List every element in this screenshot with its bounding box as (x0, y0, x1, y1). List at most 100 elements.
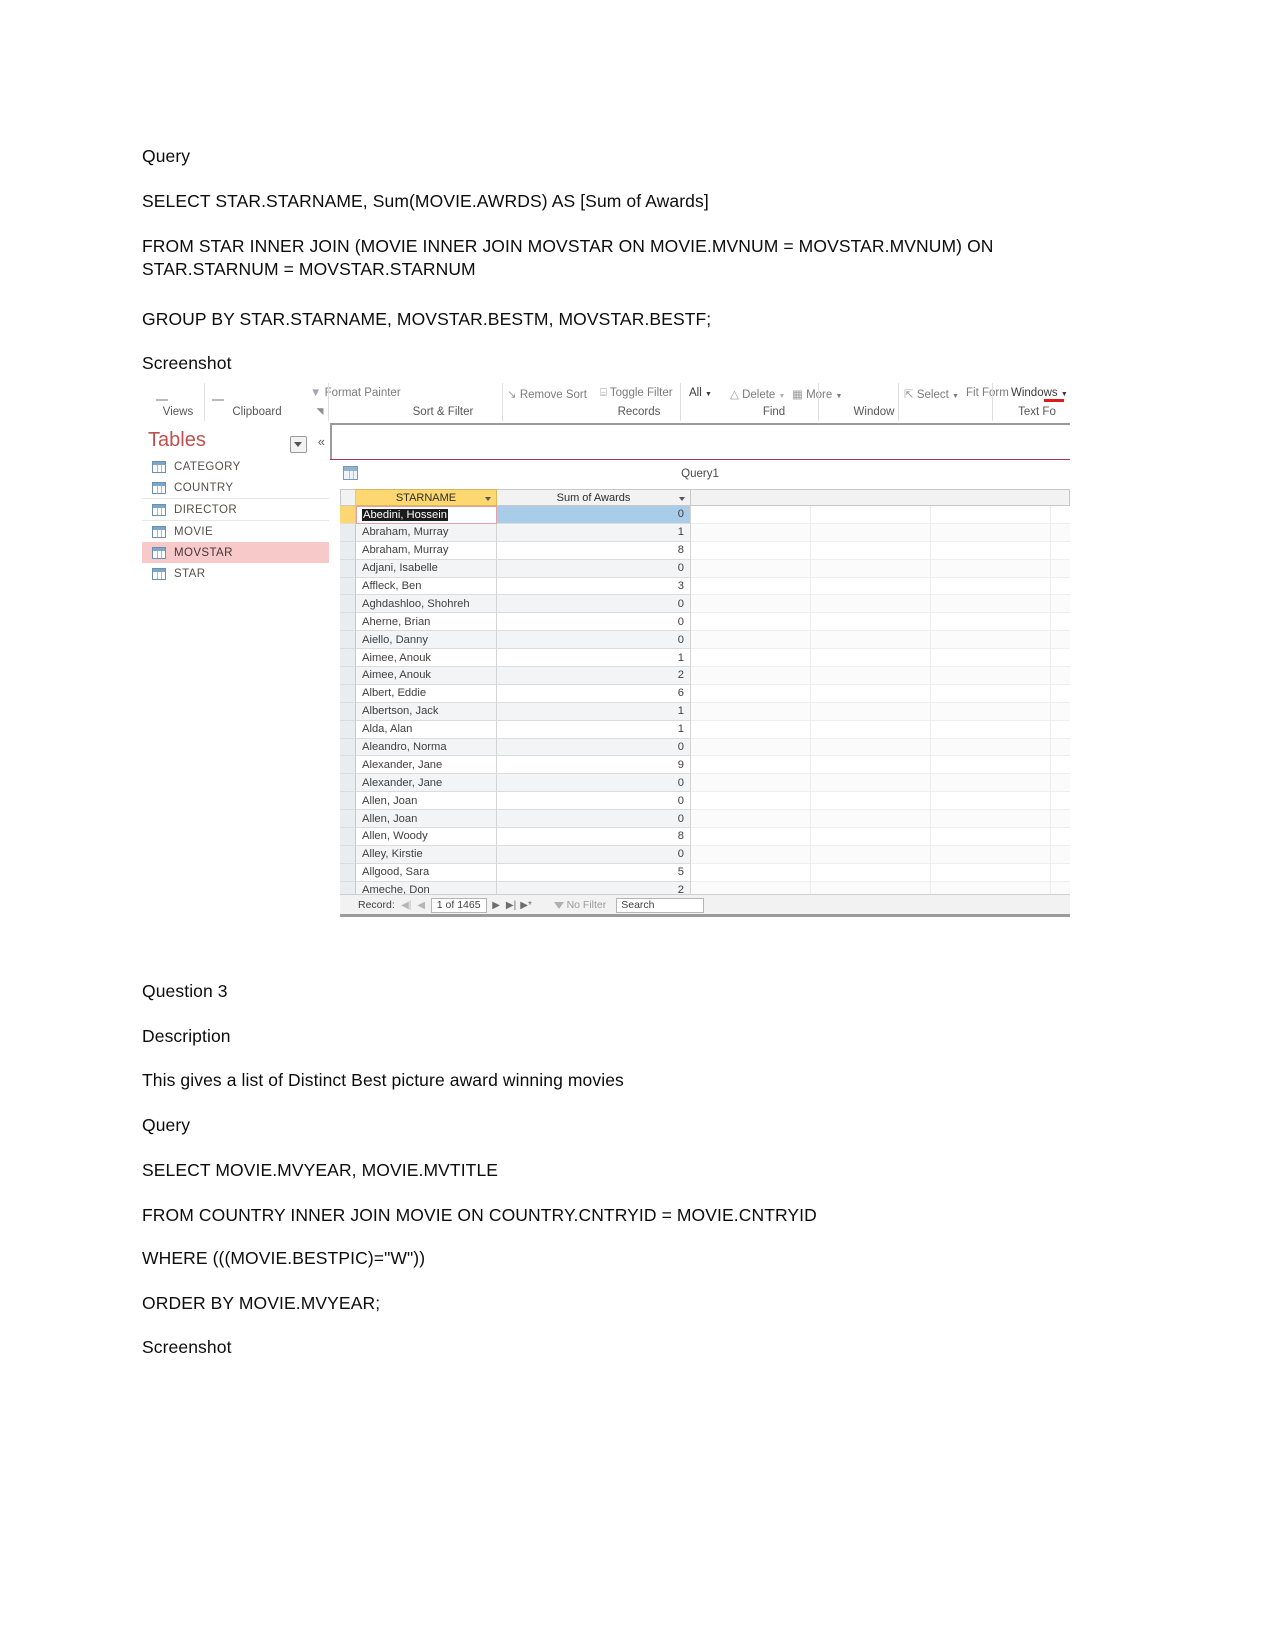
cell-starname[interactable]: Aherne, Brian (356, 613, 497, 632)
cell-starname[interactable]: Adjani, Isabelle (356, 559, 497, 578)
column-header-starname[interactable]: STARNAME (356, 489, 497, 506)
record-position-input[interactable]: 1 of 1465 (430, 897, 487, 913)
cell-sum-of-awards[interactable]: 0 (497, 738, 691, 757)
cell-starname[interactable]: Alexander, Jane (356, 756, 497, 775)
table-row[interactable]: Aiello, Danny 0 (340, 631, 1070, 650)
nav-last-icon[interactable]: ▶| (504, 900, 519, 911)
cell-sum-of-awards[interactable]: 0 (497, 845, 691, 864)
cell-sum-of-awards[interactable]: 1 (497, 702, 691, 721)
column-header-sum-of-awards[interactable]: Sum of Awards (497, 489, 691, 506)
row-selector[interactable] (340, 613, 356, 632)
cell-sum-of-awards[interactable]: 6 (497, 684, 691, 703)
row-selector[interactable] (340, 541, 356, 560)
select-button[interactable]: ⇱ Select ▼ (904, 387, 959, 401)
table-row[interactable]: Albertson, Jack 1 (340, 702, 1070, 721)
views-dropdown-icon[interactable] (156, 399, 168, 401)
cell-sum-of-awards[interactable]: 3 (497, 577, 691, 596)
cell-starname[interactable]: Albertson, Jack (356, 702, 497, 721)
cell-sum-of-awards[interactable]: 0 (497, 506, 691, 524)
table-row[interactable]: Ameche, Don 2 (340, 881, 1070, 894)
cell-starname[interactable]: Affleck, Ben (356, 577, 497, 596)
cell-starname[interactable]: Allen, Joan (356, 810, 497, 829)
table-row[interactable]: Alexander, Jane 0 (340, 774, 1070, 793)
row-selector[interactable] (340, 702, 356, 721)
chevron-down-icon[interactable] (679, 497, 685, 501)
clipboard-dialog-launcher-icon[interactable]: ◥ (312, 406, 328, 417)
cell-sum-of-awards[interactable]: 0 (497, 595, 691, 614)
table-item-category[interactable]: CATEGORY (142, 456, 329, 477)
chevron-down-icon[interactable] (290, 436, 307, 453)
row-selector[interactable] (340, 577, 356, 596)
row-selector[interactable] (340, 595, 356, 614)
row-selector[interactable] (340, 863, 356, 882)
text-formatting-swatch-icon[interactable] (1044, 399, 1064, 402)
table-row[interactable]: Allen, Joan 0 (340, 792, 1070, 811)
nav-next-icon[interactable]: ▶ (489, 900, 504, 911)
table-row[interactable]: Abraham, Murray 1 (340, 523, 1070, 542)
table-row[interactable]: Aherne, Brian 0 (340, 613, 1070, 632)
refresh-all-button[interactable]: All ▼ (689, 387, 712, 399)
cell-sum-of-awards[interactable]: 0 (497, 613, 691, 632)
cell-sum-of-awards[interactable]: 2 (497, 667, 691, 685)
cell-starname[interactable]: Allen, Woody (356, 828, 497, 846)
table-row[interactable]: Affleck, Ben 3 (340, 577, 1070, 596)
row-selector[interactable] (340, 667, 356, 685)
cell-starname[interactable]: Alexander, Jane (356, 774, 497, 793)
table-row[interactable]: Aghdashloo, Shohreh 0 (340, 595, 1070, 614)
cell-starname[interactable]: Aimee, Anouk (356, 649, 497, 668)
cell-starname[interactable]: Alley, Kirstie (356, 845, 497, 864)
search-input[interactable]: Search (616, 897, 705, 913)
row-selector[interactable] (340, 506, 356, 524)
table-row[interactable]: Aleandro, Norma 0 (340, 738, 1070, 757)
table-row[interactable]: Albert, Eddie 6 (340, 684, 1070, 703)
row-selector[interactable] (340, 828, 356, 846)
row-selector[interactable] (340, 738, 356, 757)
cell-sum-of-awards[interactable]: 8 (497, 541, 691, 560)
chevron-down-icon[interactable] (485, 497, 491, 501)
table-item-country[interactable]: COUNTRY (142, 477, 329, 498)
row-selector[interactable] (340, 720, 356, 739)
cell-sum-of-awards[interactable]: 5 (497, 863, 691, 882)
filter-status[interactable]: No Filter (553, 899, 606, 911)
cell-sum-of-awards[interactable]: 2 (497, 881, 691, 894)
cell-starname[interactable]: Abraham, Murray (356, 523, 497, 542)
cell-starname[interactable]: Alda, Alan (356, 720, 497, 739)
cell-sum-of-awards[interactable]: 1 (497, 523, 691, 542)
remove-sort-button[interactable]: ↘ Remove Sort (507, 387, 587, 401)
row-selector[interactable] (340, 792, 356, 811)
table-item-director[interactable]: DIRECTOR (142, 498, 329, 521)
row-selector[interactable] (340, 631, 356, 650)
nav-new-icon[interactable]: ▶* (519, 900, 534, 911)
toggle-filter-button[interactable]: ⌸ Toggle Filter (600, 387, 673, 400)
nav-first-icon[interactable]: ◀| (399, 900, 414, 911)
row-selector[interactable] (340, 774, 356, 793)
cell-starname[interactable]: Allen, Joan (356, 792, 497, 811)
table-row[interactable]: Adjani, Isabelle 0 (340, 559, 1070, 578)
cell-starname[interactable]: Abraham, Murray (356, 541, 497, 560)
cell-sum-of-awards[interactable]: 1 (497, 649, 691, 668)
format-painter-button[interactable]: ▼ Format Painter (310, 387, 401, 399)
clipboard-dropdown-icon[interactable] (212, 399, 224, 401)
row-selector[interactable] (340, 684, 356, 703)
table-row[interactable]: Abedini, Hossein 0 (340, 506, 1070, 524)
nav-prev-icon[interactable]: ◀ (414, 900, 429, 911)
delete-button[interactable]: △ Delete ▼ (730, 387, 785, 401)
table-row[interactable]: Alley, Kirstie 0 (340, 845, 1070, 864)
row-selector[interactable] (340, 881, 356, 894)
cell-starname[interactable]: Aimee, Anouk (356, 667, 497, 685)
switch-windows-button[interactable]: Windows ▼ (1011, 387, 1068, 399)
table-row[interactable]: Allen, Joan 0 (340, 810, 1070, 829)
table-row[interactable]: Alexander, Jane 9 (340, 756, 1070, 775)
cell-starname[interactable]: Allgood, Sara (356, 863, 497, 882)
cell-sum-of-awards[interactable]: 1 (497, 720, 691, 739)
table-row[interactable]: Alda, Alan 1 (340, 720, 1070, 739)
row-selector[interactable] (340, 559, 356, 578)
table-item-star[interactable]: STAR (142, 563, 329, 584)
cell-starname[interactable]: Ameche, Don (356, 881, 497, 894)
select-all-corner[interactable] (340, 489, 356, 506)
document-tab-query1[interactable]: Query1 (330, 459, 1070, 489)
cell-sum-of-awards[interactable]: 0 (497, 810, 691, 829)
cell-sum-of-awards[interactable]: 9 (497, 756, 691, 775)
table-row[interactable]: Allen, Woody 8 (340, 828, 1070, 846)
row-selector[interactable] (340, 756, 356, 775)
